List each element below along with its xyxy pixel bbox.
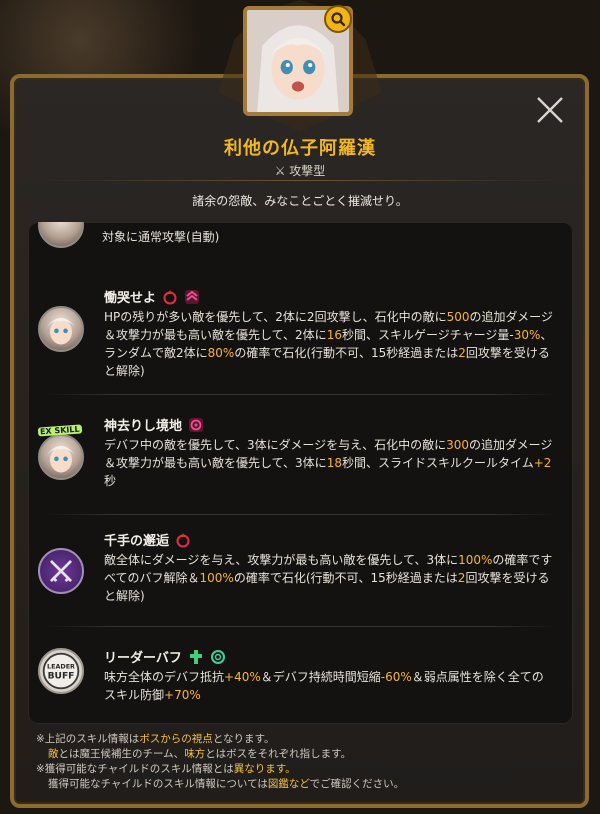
highlight-value: -60% [380, 670, 412, 684]
highlight-value: 2 [458, 346, 466, 360]
skill-desc: 対象に通常攻撃(自動) [102, 230, 220, 244]
close-icon [537, 97, 563, 123]
skill-name: 千手の邂逅 [104, 530, 191, 549]
text-segment: となります。 [212, 733, 275, 745]
footer-line: ※上記のスキル情報はボスからの視点となります。 [36, 732, 576, 747]
highlight-value: 80% [207, 346, 235, 360]
skill-icon [38, 434, 84, 480]
highlight-value: ボスからの視点 [139, 733, 213, 745]
red-drop-icon [176, 532, 190, 547]
pink-target-icon [189, 417, 204, 432]
character-face-icon [47, 318, 75, 345]
skill-desc: デバフ中の敵を優先して、3体にダメージを与え、石化中の敵に300の追加ダメージ＆… [104, 436, 554, 490]
highlight-value: 500 [446, 310, 470, 324]
highlight-value: 異なります。 [233, 763, 296, 775]
highlight-value: 味方 [184, 748, 206, 760]
green-ring-icon [210, 649, 225, 664]
zoom-button[interactable] [324, 5, 352, 33]
highlight-value: 敵 [48, 748, 59, 760]
skill-icon-normal [38, 222, 84, 248]
skill-divider [46, 626, 556, 627]
text-segment: 味方全体のデバフ抵抗 [104, 670, 225, 684]
ex-skill-badge: EX SKILL [37, 424, 82, 437]
text-segment: デバフ中の敵を優先して、3体にダメージを与え、石化中の敵に [104, 438, 447, 452]
footer-line: 獲得可能なチャイルドのスキル情報については図鑑などでご確認ください。 [36, 777, 576, 792]
crossed-swords-icon [49, 559, 73, 583]
leader-buff-icon: LEADER BUFF [38, 648, 84, 694]
skill-list[interactable]: 対象に通常攻撃(自動) 慟哭せよ HPの残りが多い敵を優先して、2体に2回攻撃し… [28, 222, 573, 724]
skill-icon [38, 306, 84, 352]
highlight-value: +40% [224, 670, 261, 684]
text-segment: ※上記のスキル情報は [36, 733, 140, 745]
skill-desc: HPの残りが多い敵を優先して、2体に2回攻撃し、石化中の敵に500の追加ダメージ… [104, 308, 554, 380]
text-segment: ※獲得可能なチャイルドのスキル情報とは [36, 763, 234, 775]
green-cross-icon [189, 649, 202, 664]
text-segment: の確率で石化(行動不可、15秒経過または [233, 571, 458, 585]
text-segment: HPの残りが多い敵を優先して、2体に2回攻撃し、石化中の敵に [104, 310, 447, 324]
skill-name: 慟哭せよ [104, 287, 200, 306]
text-segment: ＆デバフ持続時間短縮 [260, 670, 381, 684]
buff-label: BUFF [48, 671, 75, 681]
magnifier-icon [331, 12, 346, 27]
skill-divider [46, 514, 556, 515]
character-type: ⚔ 攻撃型 [274, 164, 326, 178]
pink-chevron-icon [185, 289, 200, 304]
highlight-value: 100% [458, 553, 493, 567]
footer-line: 敵とは魔王候補生のチーム、味方とはボスをそれぞれ指します。 [36, 747, 576, 762]
footer-line: ※獲得可能なチャイルドのスキル情報とは異なります。 [36, 762, 576, 777]
skill-name: 神去りし境地 [104, 415, 204, 434]
highlight-value: +70% [164, 688, 201, 702]
highlight-value: 図鑑など [267, 778, 310, 790]
character-quote: 諸余の怨敵、みなことごとく摧滅せり。 [192, 194, 408, 208]
highlight-value: 18 [326, 456, 342, 470]
highlight-value: +2 [533, 456, 552, 470]
text-segment: 秒間、スキルゲージチャージ量- [341, 328, 514, 342]
leader-label: LEADER [47, 662, 75, 670]
highlight-value: 16 [326, 328, 342, 342]
highlight-value: 30% [513, 328, 541, 342]
text-segment: 秒 [104, 474, 117, 488]
crossed-swords-icon: ⚔ [274, 164, 286, 178]
skill-desc: 味方全体のデバフ抵抗+40%＆デバフ持続時間短縮-60%＆弱点属性を除く全てのス… [104, 668, 554, 704]
text-segment: でご確認ください。 [309, 778, 405, 790]
character-face-icon [47, 446, 75, 473]
character-name: 利他の仏子阿羅漢 [224, 138, 376, 159]
skill-icon [38, 548, 84, 594]
text-segment: とは魔王候補生のチーム、 [58, 748, 185, 760]
leader-badge-icon: LEADER BUFF [42, 652, 80, 690]
text-segment: 敵全体にダメージを与え、攻撃力が最も高い敵を優先して、3体に [104, 553, 459, 567]
highlight-value: 100% [199, 571, 234, 585]
skill-row-partial: 対象に通常攻撃(自動) [28, 222, 573, 252]
red-drop-icon [163, 289, 177, 304]
text-segment: 秒間、スライドスキルクールタイム [341, 456, 534, 470]
header-divider [40, 180, 560, 181]
close-button[interactable] [532, 92, 568, 128]
skill-name: リーダーバフ [104, 647, 226, 666]
footer-notes: ※上記のスキル情報はボスからの視点となります。 敵とは魔王候補生のチーム、味方とは… [36, 732, 576, 792]
text-segment: 獲得可能なチャイルドのスキル情報については [48, 778, 268, 790]
skill-divider [46, 394, 556, 395]
text-segment: とはボスをそれぞれ指します。 [205, 748, 352, 760]
skill-desc: 敵全体にダメージを与え、攻撃力が最も高い敵を優先して、3体に100%の確率ですべ… [104, 551, 554, 605]
text-segment: の確率で石化(行動不可、15秒経過または [234, 346, 459, 360]
highlight-value: 300 [446, 438, 469, 452]
